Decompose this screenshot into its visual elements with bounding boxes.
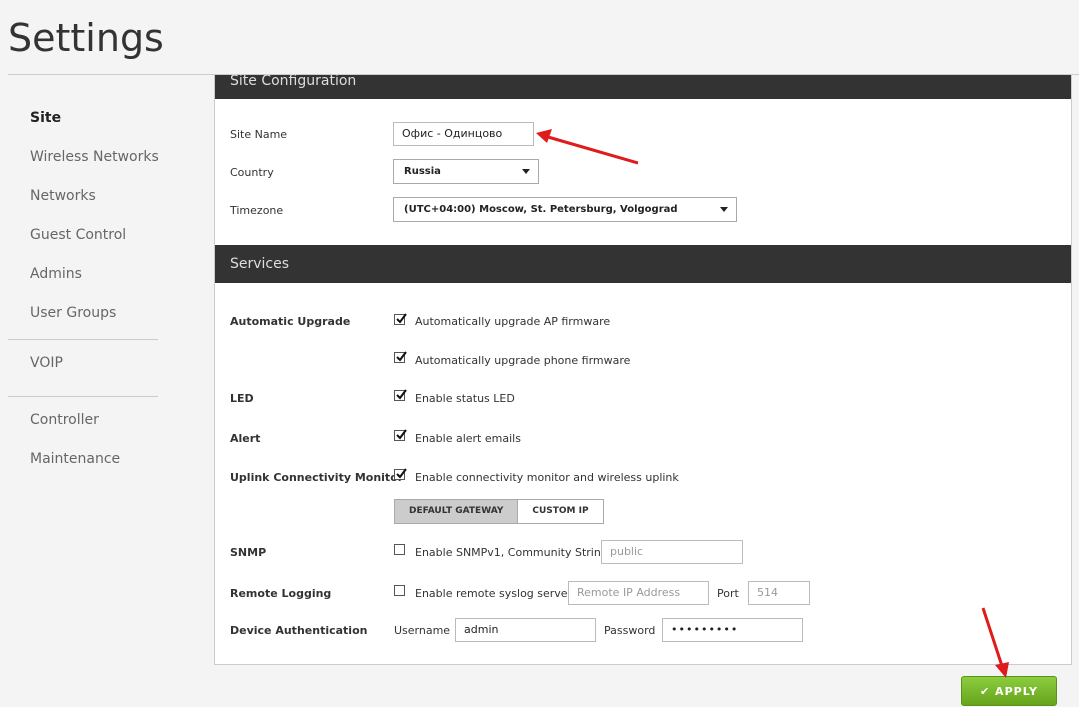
country-label: Country bbox=[230, 166, 274, 179]
chevron-down-icon bbox=[720, 207, 728, 212]
chevron-down-icon bbox=[522, 169, 530, 174]
sidebar-divider bbox=[8, 339, 158, 340]
custom-ip-button[interactable]: CUSTOM IP bbox=[518, 500, 602, 523]
site-config-heading: Site Configuration bbox=[215, 74, 1071, 99]
site-name-label: Site Name bbox=[230, 128, 288, 141]
uplink-monitor-checkbox[interactable] bbox=[394, 468, 407, 480]
settings-panel: Site Configuration Site Name Офис - Один… bbox=[214, 74, 1072, 665]
timezone-value: (UTC+04:00) Moscow, St. Petersburg, Volg… bbox=[404, 204, 678, 215]
alert-emails-checkbox[interactable] bbox=[394, 429, 407, 441]
country-value: Russia bbox=[404, 166, 441, 177]
remote-syslog-checkbox[interactable] bbox=[394, 585, 405, 596]
sidebar-item-guest-control[interactable]: Guest Control bbox=[30, 227, 126, 243]
password-label: Password bbox=[604, 624, 656, 637]
snmp-label: SNMP bbox=[230, 546, 267, 559]
checkmark-icon bbox=[396, 468, 407, 479]
sidebar-divider bbox=[8, 396, 158, 397]
automatic-upgrade-label: Automatic Upgrade bbox=[230, 315, 351, 328]
sidebar-item-voip[interactable]: VOIP bbox=[30, 355, 63, 371]
device-auth-label: Device Authentication bbox=[230, 624, 368, 637]
country-select[interactable]: Russia bbox=[393, 159, 539, 184]
uplink-mode-toggle: DEFAULT GATEWAY CUSTOM IP bbox=[394, 499, 604, 524]
alert-emails-label: Enable alert emails bbox=[415, 432, 521, 445]
status-led-checkbox[interactable] bbox=[394, 389, 407, 401]
snmp-community-input[interactable]: public bbox=[601, 540, 743, 564]
sidebar-item-user-groups[interactable]: User Groups bbox=[30, 305, 116, 321]
sidebar-item-site[interactable]: Site bbox=[30, 110, 61, 126]
status-led-label: Enable status LED bbox=[415, 392, 515, 405]
port-label: Port bbox=[717, 587, 739, 600]
sidebar-item-maintenance[interactable]: Maintenance bbox=[30, 451, 120, 467]
apply-button[interactable]: ✔ APPLY bbox=[961, 676, 1057, 706]
ap-firmware-label: Automatically upgrade AP firmware bbox=[415, 315, 611, 328]
led-label: LED bbox=[230, 392, 254, 405]
sidebar-item-admins[interactable]: Admins bbox=[30, 266, 82, 282]
checkmark-icon bbox=[396, 389, 407, 400]
phone-firmware-label: Automatically upgrade phone firmware bbox=[415, 354, 631, 367]
checkmark-icon bbox=[396, 351, 407, 362]
username-input[interactable]: admin bbox=[455, 618, 596, 642]
site-name-input[interactable]: Офис - Одинцово bbox=[393, 122, 534, 146]
alert-label: Alert bbox=[230, 432, 261, 445]
phone-firmware-checkbox[interactable] bbox=[394, 351, 407, 363]
username-label: Username bbox=[394, 624, 451, 637]
timezone-label: Timezone bbox=[230, 204, 284, 217]
sidebar-item-wireless-networks[interactable]: Wireless Networks bbox=[30, 149, 159, 165]
timezone-select[interactable]: (UTC+04:00) Moscow, St. Petersburg, Volg… bbox=[393, 197, 737, 222]
sidebar-item-networks[interactable]: Networks bbox=[30, 188, 96, 204]
password-input[interactable]: ••••••••• bbox=[662, 618, 803, 642]
checkmark-icon bbox=[396, 429, 407, 440]
snmp-checkbox[interactable] bbox=[394, 544, 405, 555]
snmp-option-label: Enable SNMPv1, Community String bbox=[415, 546, 608, 559]
remote-syslog-label: Enable remote syslog server bbox=[415, 587, 573, 600]
uplink-monitor-option-label: Enable connectivity monitor and wireless… bbox=[415, 471, 679, 484]
remote-ip-input[interactable]: Remote IP Address bbox=[568, 581, 709, 605]
default-gateway-button[interactable]: DEFAULT GATEWAY bbox=[395, 500, 519, 523]
services-heading: Services bbox=[215, 245, 1071, 283]
checkmark-icon bbox=[396, 313, 407, 324]
uplink-monitor-label: Uplink Connectivity Monitor bbox=[230, 471, 404, 484]
sidebar-item-controller[interactable]: Controller bbox=[30, 412, 99, 428]
remote-logging-label: Remote Logging bbox=[230, 587, 332, 600]
port-input[interactable]: 514 bbox=[748, 581, 810, 605]
ap-firmware-checkbox[interactable] bbox=[394, 313, 407, 325]
page-title: Settings bbox=[8, 16, 164, 60]
